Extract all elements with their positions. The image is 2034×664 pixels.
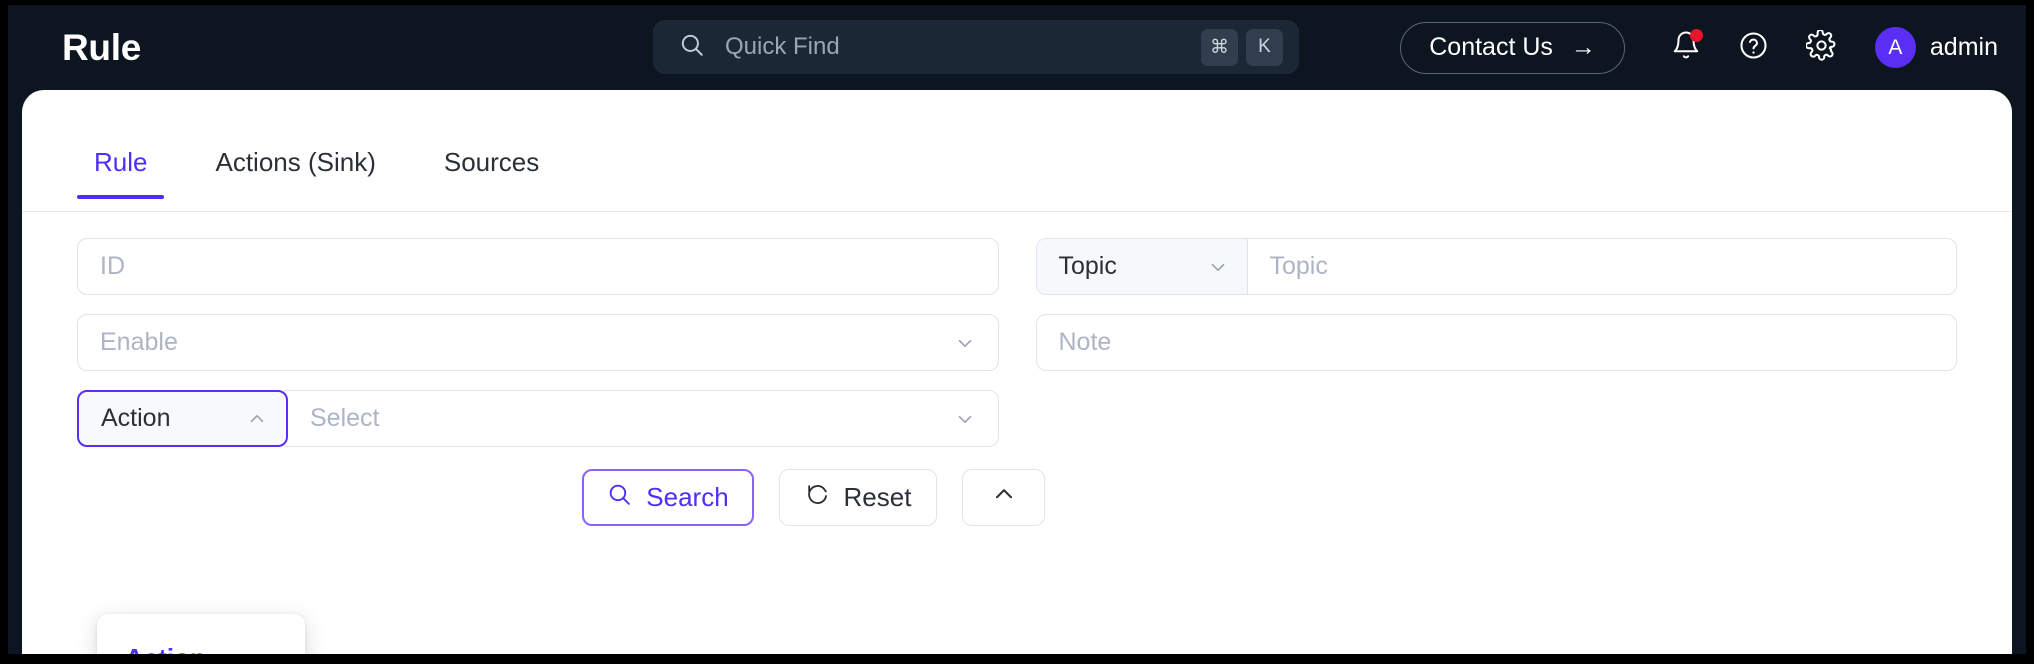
settings-button[interactable]	[1795, 21, 1849, 75]
chevron-up-icon	[991, 481, 1017, 514]
search-icon	[607, 482, 632, 514]
form-col-right-2: Note	[1036, 314, 1958, 371]
tab-bar: Rule Actions (Sink) Sources	[22, 147, 2012, 212]
form-col-left-3: Action Select	[77, 390, 999, 447]
action-select-value: Action	[101, 404, 170, 433]
action-button-row: Search Reset	[22, 469, 2012, 526]
brand-title: Rule	[62, 27, 141, 69]
enable-select[interactable]: Enable	[77, 314, 999, 371]
chevron-down-icon	[1207, 256, 1229, 278]
help-button[interactable]	[1727, 21, 1781, 75]
tab-actions-sink[interactable]: Actions (Sink)	[198, 147, 392, 198]
top-header-bar: Rule Quick Find ⌘ K Contact Us →	[8, 5, 2026, 90]
form-col-right-1: Topic Topic	[1036, 238, 1958, 295]
content-panel: Rule Actions (Sink) Sources ID Topic	[22, 90, 2012, 654]
filter-form: ID Topic Topic	[22, 238, 2012, 526]
search-icon	[679, 32, 705, 63]
form-row-3: Action Select	[22, 390, 2012, 447]
action-select-dropdown: Action Source	[97, 614, 305, 654]
note-input[interactable]: Note	[1036, 314, 1958, 371]
reset-button-label: Reset	[844, 482, 912, 513]
chevron-down-icon	[954, 332, 976, 354]
question-circle-icon	[1738, 30, 1769, 66]
avatar[interactable]: A	[1875, 27, 1916, 68]
kbd-key-badge: K	[1246, 29, 1283, 66]
enable-select-placeholder: Enable	[100, 328, 178, 357]
form-col-left-2: Enable	[77, 314, 999, 371]
id-input[interactable]: ID	[77, 238, 999, 295]
topic-combo: Topic Topic	[1036, 238, 1958, 295]
quick-find-placeholder: Quick Find	[725, 33, 1193, 61]
search-button[interactable]: Search	[582, 469, 754, 526]
notification-button[interactable]	[1659, 21, 1713, 75]
app-window: Rule Quick Find ⌘ K Contact Us →	[0, 0, 2034, 664]
note-input-placeholder: Note	[1059, 328, 1112, 357]
action-combo: Action Select	[77, 390, 999, 447]
search-button-label: Search	[646, 482, 728, 513]
action-value-select[interactable]: Select	[284, 390, 999, 447]
form-row-2: Enable Note	[22, 314, 2012, 371]
topic-input-placeholder: Topic	[1270, 252, 1328, 281]
chevron-down-icon	[954, 408, 976, 430]
action-value-placeholder: Select	[310, 404, 379, 433]
form-col-left-1: ID	[77, 238, 999, 295]
topic-select[interactable]: Topic	[1037, 239, 1248, 294]
chevron-up-icon	[246, 408, 268, 430]
arrow-right-icon: →	[1571, 33, 1596, 62]
topic-select-value: Topic	[1059, 252, 1117, 281]
tab-rule[interactable]: Rule	[77, 147, 164, 198]
username-label[interactable]: admin	[1930, 33, 1998, 62]
collapse-filters-button[interactable]	[962, 469, 1045, 526]
notification-badge	[1690, 29, 1703, 42]
contact-us-button[interactable]: Contact Us →	[1400, 22, 1625, 74]
action-select[interactable]: Action	[77, 390, 288, 447]
kbd-modifier-badge: ⌘	[1201, 29, 1238, 66]
tab-sources[interactable]: Sources	[427, 147, 556, 198]
topic-input[interactable]: Topic	[1248, 239, 1957, 294]
refresh-icon	[805, 482, 830, 514]
gear-icon	[1806, 30, 1837, 66]
form-row-1: ID Topic Topic	[22, 238, 2012, 295]
reset-button[interactable]: Reset	[779, 469, 937, 526]
dropdown-item-action[interactable]: Action	[97, 626, 305, 654]
contact-us-label: Contact Us	[1429, 33, 1553, 62]
form-col-right-3	[1036, 390, 1958, 447]
header-right-group: Contact Us →	[1400, 5, 2004, 90]
quick-find-search[interactable]: Quick Find ⌘ K	[653, 20, 1299, 74]
id-input-placeholder: ID	[100, 252, 125, 281]
